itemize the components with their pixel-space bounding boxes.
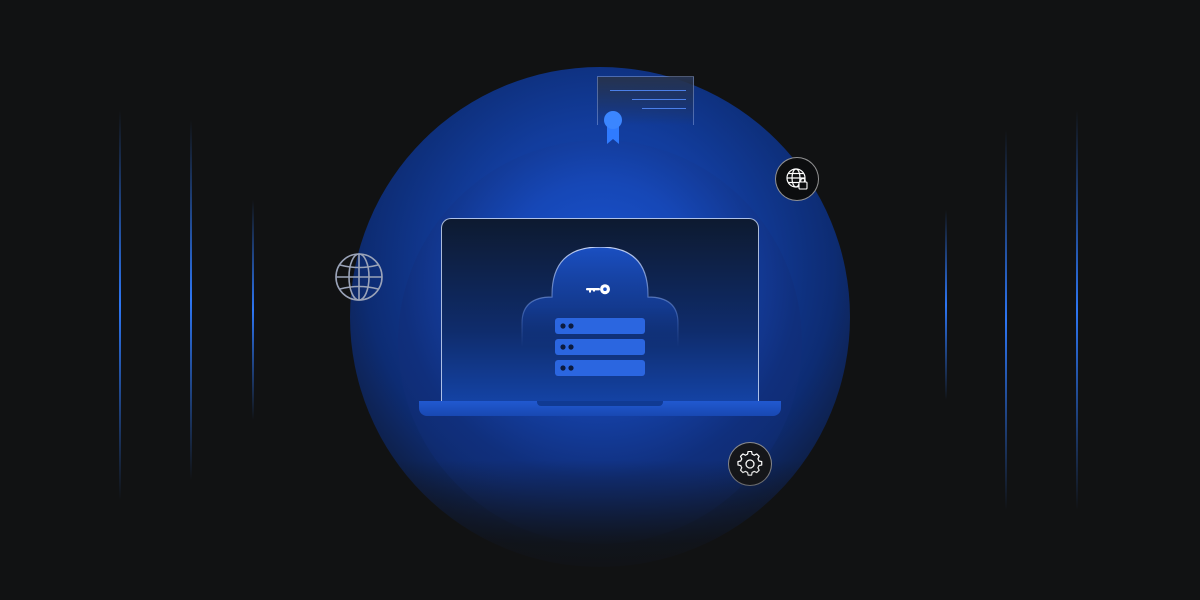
light-streak: [190, 120, 192, 480]
globe-lock-icon: [786, 168, 808, 190]
light-streak: [945, 210, 947, 400]
certificate-line: [632, 99, 686, 100]
hero-illustration: [0, 0, 1200, 600]
certificate-line: [610, 90, 686, 91]
server-stack-icon: [555, 318, 645, 376]
light-streak: [119, 110, 121, 500]
certificate-line: [642, 108, 686, 109]
bottom-fade: [300, 460, 900, 600]
globe-icon: [335, 253, 383, 301]
light-streak: [1005, 130, 1007, 510]
globe-lock-badge: [775, 157, 819, 201]
light-streak: [252, 200, 254, 420]
award-ribbon-icon: [604, 111, 622, 144]
laptop-notch: [537, 401, 663, 406]
key-icon: [586, 284, 610, 295]
light-streak: [1076, 110, 1078, 510]
